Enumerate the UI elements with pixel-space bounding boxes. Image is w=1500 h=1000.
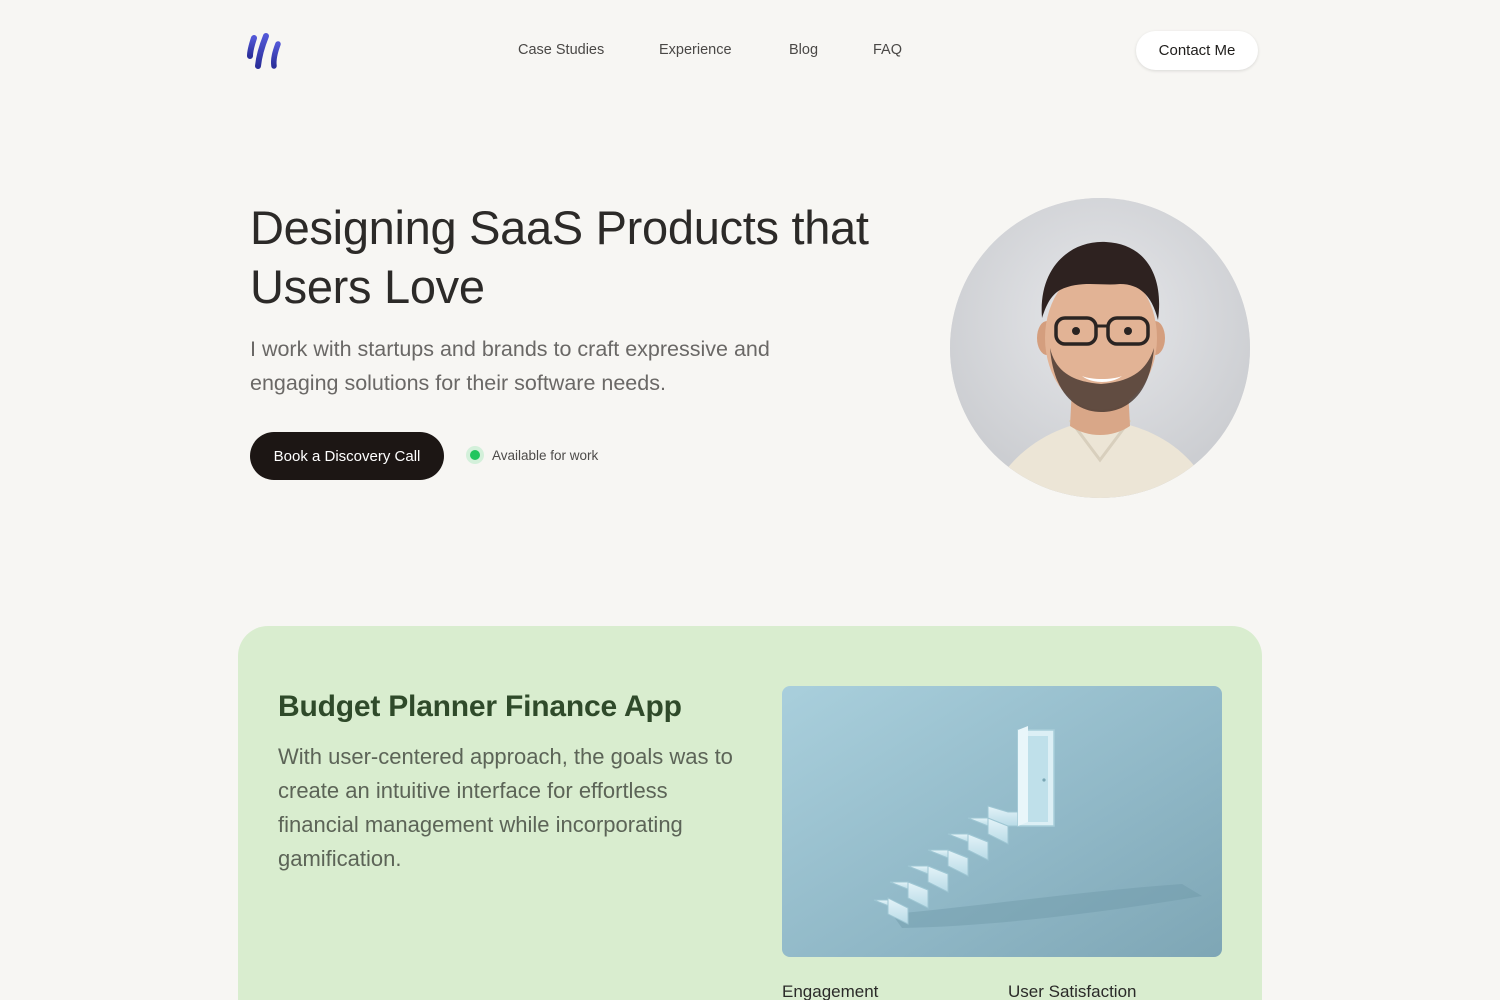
avatar <box>950 198 1250 498</box>
logo-icon[interactable] <box>246 32 282 70</box>
status-text: Available for work <box>492 447 599 463</box>
hero-subtitle-line2: engaging solutions for their software ne… <box>250 371 666 395</box>
metric-engagement: Engagement <box>782 982 879 1000</box>
site-header: Case Studies Experience Blog FAQ Contact… <box>0 0 1500 100</box>
hero-title-line2: Users Love <box>250 260 485 313</box>
availability-status: Available for work <box>466 446 598 464</box>
nav-case-studies[interactable]: Case Studies <box>518 42 604 58</box>
book-discovery-call-button[interactable]: Book a Discovery Call <box>250 432 444 480</box>
status-dot-icon <box>466 446 484 464</box>
case-study-image <box>782 686 1222 957</box>
case-study-title: Budget Planner Finance App <box>278 690 682 723</box>
hero-subtitle: I work with startups and brands to craft… <box>250 332 870 400</box>
case-study-card[interactable]: Budget Planner Finance App With user-cen… <box>238 626 1262 1000</box>
metric-user-satisfaction: User Satisfaction <box>1008 982 1137 1000</box>
hero-subtitle-line1: I work with startups and brands to craft… <box>250 337 770 361</box>
nav-faq[interactable]: FAQ <box>873 42 902 58</box>
hero-title: Designing SaaS Products that Users Love <box>250 198 890 316</box>
contact-button[interactable]: Contact Me <box>1136 31 1258 70</box>
case-study-description: With user-centered approach, the goals w… <box>278 744 733 871</box>
nav-blog[interactable]: Blog <box>789 42 818 58</box>
nav-experience[interactable]: Experience <box>659 42 732 58</box>
hero-title-line1: Designing SaaS Products that <box>250 201 869 254</box>
